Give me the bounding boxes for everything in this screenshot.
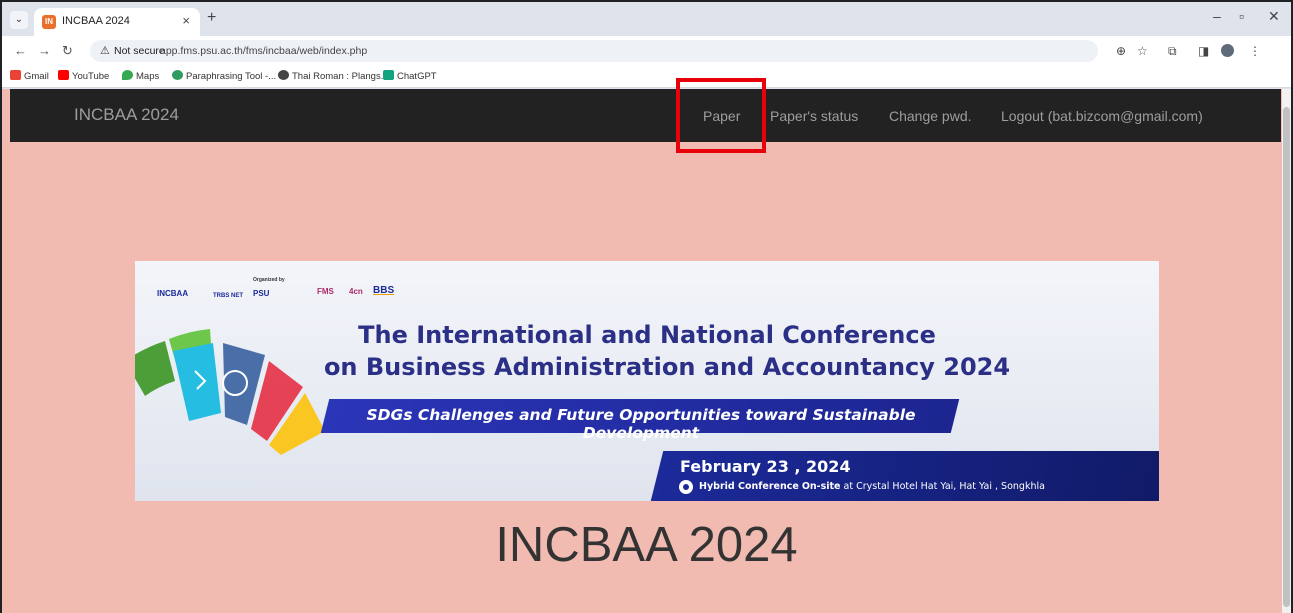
restore-icon[interactable]: ▫ (1239, 8, 1244, 24)
logo-incbaa: INCBAA (157, 289, 189, 298)
conference-date: February 23 , 2024 (680, 457, 851, 476)
warning-icon: ⚠ (100, 45, 110, 57)
zoom-icon[interactable]: ⊕ (1116, 44, 1126, 58)
close-window-icon[interactable]: ✕ (1268, 8, 1280, 25)
tab-title: INCBAA 2024 (62, 15, 130, 27)
profile-avatar-icon[interactable] (1221, 44, 1234, 57)
security-label: Not secure (114, 45, 165, 57)
address-bar[interactable]: ⚠ Not secure app.fms.psu.ac.th/fms/incba… (90, 40, 1098, 62)
conference-venue-line: Hybrid Conference On-site at Crystal Hot… (699, 481, 1045, 492)
new-tab-icon[interactable]: + (207, 9, 216, 27)
page-title: INCBAA 2024 (495, 518, 798, 572)
site-navbar: INCBAA 2024 Paper Paper's status Change … (10, 89, 1281, 142)
nav-link-logout[interactable]: Logout (bat.bizcom@gmail.com) (1001, 108, 1203, 124)
conference-type: Hybrid Conference (699, 481, 799, 492)
nav-link-papers-status[interactable]: Paper's status (770, 108, 858, 124)
tab-strip: ⌄ IN INCBAA 2024 × + – ▫ ✕ (2, 2, 1291, 36)
gmail-icon (10, 70, 21, 80)
menu-kebab-icon[interactable]: ⋮ (1249, 44, 1261, 58)
logo-fms: FMS (317, 287, 334, 296)
bookmark-youtube[interactable]: YouTube (58, 70, 109, 82)
back-icon[interactable]: ← (14, 43, 27, 58)
logo-trbs: TRBS NET (213, 293, 243, 299)
globe-icon (278, 70, 289, 80)
youtube-icon (58, 70, 69, 80)
favicon-icon: IN (42, 15, 56, 29)
bookmark-paraphrasing[interactable]: Paraphrasing Tool -... (172, 70, 276, 82)
browser-frame: ⌄ IN INCBAA 2024 × + – ▫ ✕ ← → ↻ ⚠ Not s… (0, 0, 1293, 613)
bookmark-star-icon[interactable]: ☆ (1137, 44, 1148, 58)
bookmark-gmail[interactable]: Gmail (10, 70, 49, 82)
url-text[interactable]: app.fms.psu.ac.th/fms/incbaa/web/index.p… (160, 45, 367, 57)
logo-4cn: 4cn (349, 287, 363, 296)
tab-search-icon[interactable]: ⌄ (10, 11, 28, 29)
minimize-icon[interactable]: – (1213, 8, 1221, 24)
reload-icon[interactable]: ↻ (62, 43, 73, 59)
browser-tab[interactable]: IN INCBAA 2024 × (34, 8, 200, 36)
forward-icon[interactable]: → (38, 43, 51, 58)
close-tab-icon[interactable]: × (182, 13, 190, 28)
logo-bbs: BBS (373, 285, 395, 296)
page-viewport: INCBAA 2024 Paper Paper's status Change … (2, 89, 1282, 613)
paraphrasing-icon (172, 70, 183, 80)
page-scrollbar[interactable] (1282, 89, 1291, 613)
browser-window: ⌄ IN INCBAA 2024 × + – ▫ ✕ ← → ↻ ⚠ Not s… (2, 2, 1291, 613)
location-pin-icon (679, 480, 693, 494)
side-panel-icon[interactable]: ◨ (1198, 44, 1209, 58)
banner-title-line2: on Business Administration and Accountan… (323, 353, 1011, 381)
nav-link-paper[interactable]: Paper (703, 108, 740, 124)
bookmarks-bar: Gmail YouTube Maps Paraphrasing Tool -..… (2, 66, 1291, 88)
conference-banner: INCBAA TRBS NET Organized by PSU FMS 4cn… (135, 261, 1159, 501)
banner-slogan: SDGs Challenges and Future Opportunities… (366, 406, 916, 442)
logo-psu: PSU (253, 289, 270, 298)
chatgpt-icon (383, 70, 394, 80)
bookmark-thai-roman[interactable]: Thai Roman : Plangs... (278, 70, 389, 82)
bookmark-maps[interactable]: Maps (122, 70, 159, 82)
scrollbar-thumb[interactable] (1283, 107, 1290, 607)
organized-by-label: Organized by (253, 277, 285, 283)
toolbar: ← → ↻ ⚠ Not secure app.fms.psu.ac.th/fms… (2, 36, 1291, 66)
navbar-brand[interactable]: INCBAA 2024 (74, 105, 179, 125)
extensions-icon[interactable]: ⧉ (1168, 44, 1177, 59)
bookmark-chatgpt[interactable]: ChatGPT (383, 70, 437, 82)
nav-link-change-password[interactable]: Change pwd. (889, 108, 972, 124)
banner-title-line1: The International and National Conferenc… (358, 321, 936, 349)
venue-text: at Crystal Hotel Hat Yai, Hat Yai , Song… (843, 481, 1045, 492)
maps-icon (122, 70, 133, 80)
onsite-label: On-site (801, 481, 841, 492)
